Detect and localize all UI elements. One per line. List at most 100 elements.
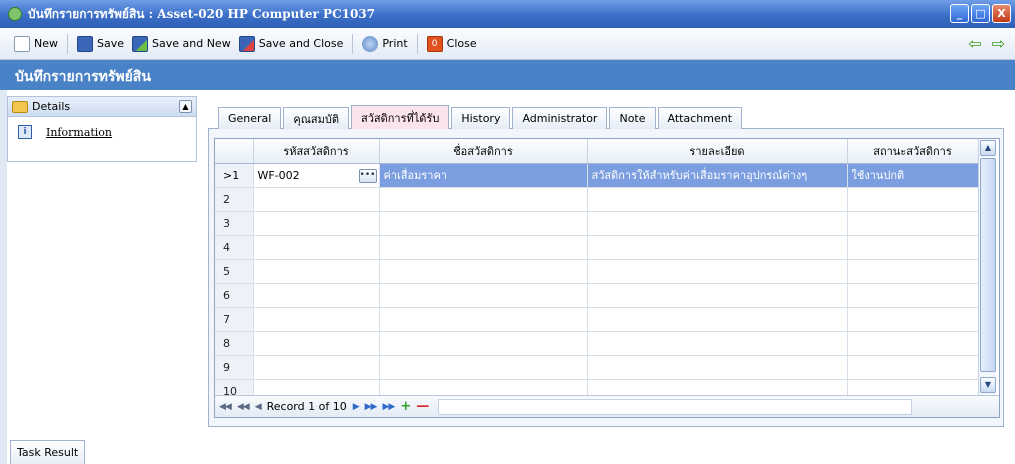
details-panel-header[interactable]: Details ▲ (8, 97, 196, 117)
close-button[interactable]: 0 Close (423, 33, 481, 55)
status-cell[interactable] (847, 259, 979, 284)
status-cell[interactable] (847, 307, 979, 332)
scroll-thumb[interactable] (980, 158, 996, 372)
code-cell[interactable] (253, 187, 380, 212)
status-cell[interactable] (847, 211, 979, 236)
collapse-icon[interactable]: ▲ (179, 100, 192, 113)
name-cell[interactable] (379, 355, 588, 380)
tab-history[interactable]: History (451, 107, 511, 129)
detail-cell[interactable]: สวัสดิการให้สำหรับค่าเสื่อมราคาอุปกรณ์ต่… (587, 163, 848, 188)
previous-page-icon[interactable]: ◀◀ (237, 402, 250, 412)
next-page-icon[interactable]: ▶▶ (365, 402, 378, 412)
name-cell[interactable] (379, 235, 588, 260)
tab-strip: General คุณสมบัติ สวัสดิการที่ได้รับ His… (218, 105, 744, 129)
save-and-new-button[interactable]: Save and New (128, 33, 235, 55)
detail-cell[interactable] (587, 283, 848, 308)
new-document-icon (14, 35, 30, 52)
horizontal-scrollbar[interactable] (438, 398, 913, 415)
name-cell[interactable] (379, 331, 588, 356)
tab-note[interactable]: Note (609, 107, 656, 129)
name-cell[interactable] (379, 187, 588, 212)
table-row[interactable]: 9 (215, 355, 979, 380)
task-result-tab[interactable]: Task Result (10, 440, 86, 464)
table-row[interactable]: >1 WF-002 ••• ค่าเสื่อมราคา สวัสดิการให้… (215, 163, 979, 188)
grid-navigator: ◀◀ ◀◀ ◀ Record 1 of 10 ▶ ▶▶ ▶▶ + — (215, 395, 999, 417)
table-row[interactable]: 2 (215, 187, 979, 212)
toolbar: New Save Save and New Save and Close Pri… (0, 28, 1015, 60)
tab-properties[interactable]: คุณสมบัติ (283, 107, 350, 129)
status-cell[interactable] (847, 355, 979, 380)
previous-record-icon[interactable]: ◀ (255, 402, 262, 412)
app-icon (8, 7, 22, 21)
save-button[interactable]: Save (73, 33, 128, 55)
benefits-grid: รหัสสวัสดิการ ชื่อสวัสดิการ รายละเอียด ส… (214, 138, 1000, 418)
code-cell[interactable] (253, 355, 380, 380)
table-row[interactable]: 3 (215, 211, 979, 236)
forward-arrow-icon[interactable]: ⇨ (992, 34, 1005, 53)
new-button[interactable]: New (10, 33, 62, 55)
column-header[interactable]: รหัสสวัสดิการ (253, 139, 380, 164)
detail-cell[interactable] (587, 235, 848, 260)
close-label: Close (446, 37, 477, 50)
column-header[interactable]: สถานะสวัสดิการ (847, 139, 979, 164)
add-record-icon[interactable]: + (400, 399, 411, 414)
code-cell[interactable] (253, 259, 380, 284)
last-record-icon[interactable]: ▶▶ (382, 402, 395, 412)
save-and-close-label: Save and Close (258, 37, 344, 50)
tab-benefits[interactable]: สวัสดิการที่ได้รับ (351, 105, 450, 129)
table-row[interactable]: 8 (215, 331, 979, 356)
table-row[interactable]: 7 (215, 307, 979, 332)
code-cell[interactable] (253, 211, 380, 236)
tab-administrator[interactable]: Administrator (512, 107, 608, 129)
status-cell[interactable] (847, 187, 979, 212)
lookup-button[interactable]: ••• (358, 168, 377, 183)
status-cell[interactable] (847, 235, 979, 260)
detail-cell[interactable] (587, 331, 848, 356)
table-header-row: รหัสสวัสดิการ ชื่อสวัสดิการ รายละเอียด ส… (215, 139, 979, 164)
code-cell[interactable] (253, 283, 380, 308)
sidebar-item-label[interactable]: Information (46, 126, 112, 139)
status-cell[interactable] (847, 331, 979, 356)
name-cell[interactable] (379, 283, 588, 308)
column-header[interactable]: รายละเอียด (587, 139, 848, 164)
print-icon (362, 35, 379, 52)
close-window-button[interactable]: X (992, 4, 1011, 23)
table-row[interactable]: 5 (215, 259, 979, 284)
table-row[interactable]: 6 (215, 283, 979, 308)
window-titlebar: บันทึกรายการทรัพย์สิน : Asset-020 HP Com… (0, 0, 1015, 28)
next-record-icon[interactable]: ▶ (353, 402, 360, 412)
row-number: 3 (215, 211, 254, 236)
table-row[interactable]: 4 (215, 235, 979, 260)
detail-cell[interactable] (587, 307, 848, 332)
scroll-up-icon[interactable]: ▲ (980, 140, 996, 156)
maximize-button[interactable]: □ (971, 4, 990, 23)
name-cell[interactable]: ค่าเสื่อมราคา (379, 163, 588, 188)
minimize-button[interactable]: _ (950, 4, 969, 23)
name-cell[interactable] (379, 211, 588, 236)
row-number: 4 (215, 235, 254, 260)
first-record-icon[interactable]: ◀◀ (219, 402, 232, 412)
code-cell[interactable]: WF-002 ••• (253, 163, 380, 188)
status-cell[interactable]: ใช้งานปกติ (847, 163, 979, 188)
status-cell[interactable] (847, 283, 979, 308)
tab-attachment[interactable]: Attachment (657, 107, 743, 129)
detail-cell[interactable] (587, 187, 848, 212)
save-and-close-button[interactable]: Save and Close (235, 33, 348, 55)
back-arrow-icon[interactable]: ⇦ (968, 34, 981, 53)
save-label: Save (97, 37, 125, 50)
scroll-down-icon[interactable]: ▼ (980, 377, 996, 393)
name-cell[interactable] (379, 259, 588, 284)
code-cell[interactable] (253, 307, 380, 332)
code-cell[interactable] (253, 235, 380, 260)
detail-cell[interactable] (587, 211, 848, 236)
column-header[interactable]: ชื่อสวัสดิการ (379, 139, 588, 164)
sidebar-item-information[interactable]: i Information (8, 117, 196, 139)
code-cell[interactable] (253, 331, 380, 356)
print-button[interactable]: Print (358, 33, 411, 55)
detail-cell[interactable] (587, 355, 848, 380)
remove-record-icon[interactable]: — (416, 399, 429, 414)
vertical-scrollbar[interactable]: ▲ ▼ (978, 139, 996, 395)
tab-general[interactable]: General (218, 107, 282, 129)
name-cell[interactable] (379, 307, 588, 332)
detail-cell[interactable] (587, 259, 848, 284)
